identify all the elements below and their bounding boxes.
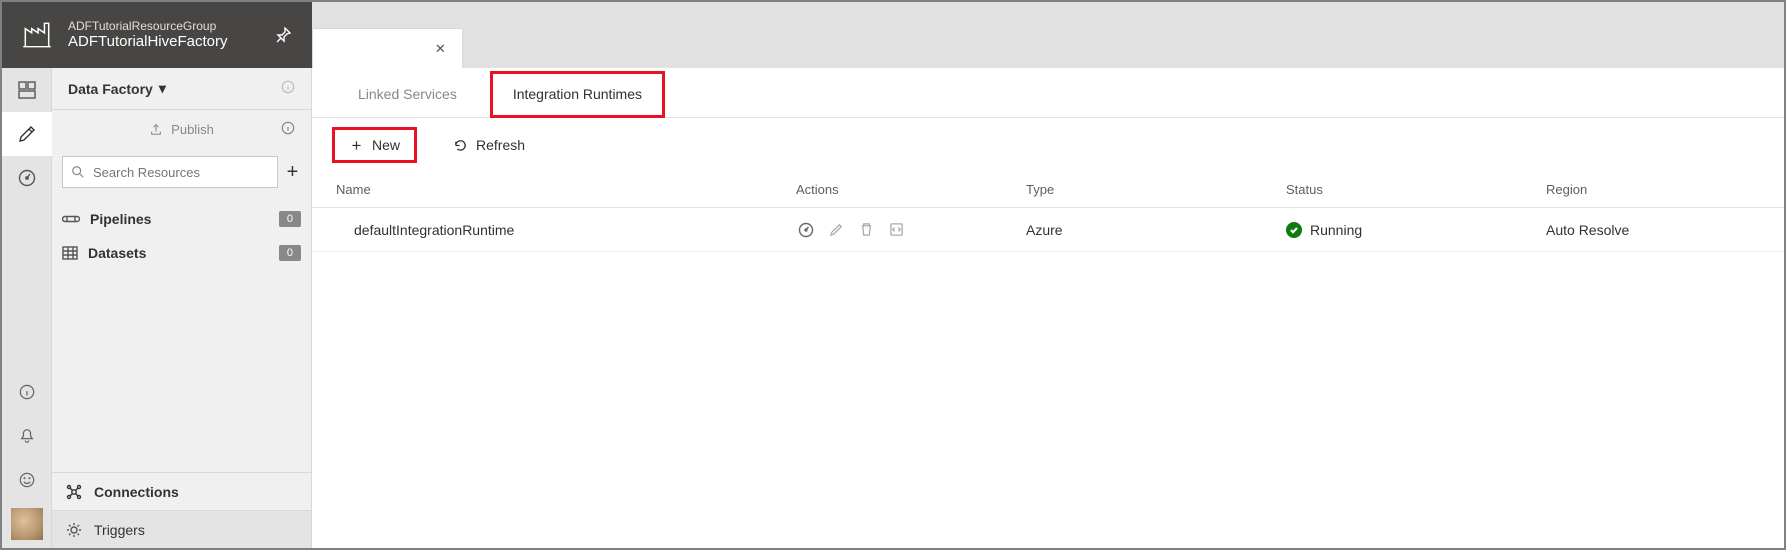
gear-icon (66, 522, 82, 538)
header-titles: ADFTutorialResourceGroup ADFTutorialHive… (68, 19, 227, 51)
table-icon (62, 245, 78, 261)
add-resource-button[interactable]: + (284, 160, 301, 184)
col-region: Region (1546, 182, 1760, 197)
new-label: New (372, 137, 400, 153)
status-ok-icon (1286, 222, 1302, 238)
tree-item-label: Datasets (88, 245, 146, 261)
edit-action[interactable] (826, 220, 846, 240)
new-button[interactable]: + New (332, 127, 417, 163)
nav-connections[interactable]: Connections (52, 472, 311, 510)
subtab-label: Integration Runtimes (513, 86, 642, 102)
connections-icon (327, 42, 341, 56)
smile-icon (19, 472, 35, 488)
gauge-icon (798, 222, 814, 238)
search-input[interactable] (62, 156, 278, 188)
rail-monitor[interactable] (2, 156, 52, 200)
cell-name: defaultIntegrationRuntime (336, 222, 796, 238)
avatar[interactable] (11, 508, 43, 540)
code-icon (889, 222, 904, 237)
pipeline-icon (62, 214, 80, 224)
resource-group-name: ADFTutorialResourceGroup (68, 19, 227, 33)
search-icon (71, 165, 85, 179)
tree-item-label: Pipelines (90, 211, 151, 227)
cell-region: Auto Resolve (1546, 222, 1760, 238)
search-field[interactable] (93, 165, 269, 180)
connections-icon (66, 484, 82, 500)
info-icon[interactable] (281, 121, 295, 138)
plus-icon: + (287, 161, 299, 184)
upload-icon (149, 122, 163, 136)
nav-triggers[interactable]: Triggers (52, 510, 311, 548)
content-area: Linked Services Integration Runtimes + N… (312, 68, 1784, 548)
refresh-button[interactable]: Refresh (439, 130, 539, 160)
sub-tabs: Linked Services Integration Runtimes (312, 68, 1784, 118)
toolbar: + New Refresh (312, 118, 1784, 172)
explorer-panel: Data Factory ▾ Publish + (52, 68, 312, 548)
scope-selector[interactable]: Data Factory ▾ (52, 68, 311, 110)
nav-label: Triggers (94, 522, 145, 538)
close-icon[interactable]: ✕ (435, 41, 446, 57)
rail-info[interactable] (2, 370, 52, 414)
cell-type: Azure (1026, 222, 1286, 238)
col-actions: Actions (796, 182, 1026, 197)
tab-connections[interactable]: Connections ✕ (312, 28, 463, 68)
col-name: Name (336, 182, 796, 197)
count-badge: 0 (279, 211, 301, 227)
bell-icon (19, 428, 35, 444)
factory-name: ADFTutorialHiveFactory (68, 33, 227, 51)
monitor-action[interactable] (796, 220, 816, 240)
table-header: Name Actions Type Status Region (312, 172, 1784, 208)
code-action[interactable] (886, 220, 906, 240)
rail-notifications[interactable] (2, 414, 52, 458)
subtab-linked-services[interactable]: Linked Services (336, 72, 479, 117)
count-badge: 0 (279, 245, 301, 261)
tab-bar: Connections ✕ (312, 2, 1784, 68)
tree-item-pipelines[interactable]: Pipelines 0 (62, 202, 301, 236)
info-icon (19, 384, 35, 400)
pin-icon (275, 27, 291, 43)
cell-actions (796, 220, 1026, 240)
publish-button[interactable]: Publish (52, 110, 311, 148)
top-header: ADFTutorialResourceGroup ADFTutorialHive… (2, 2, 1784, 68)
nav-label: Connections (94, 484, 179, 500)
factory-icon (20, 18, 54, 52)
refresh-icon (453, 138, 468, 153)
publish-label: Publish (171, 122, 214, 137)
scope-label: Data Factory (68, 81, 153, 97)
trash-icon (859, 222, 874, 237)
plus-icon: + (349, 138, 364, 153)
pencil-icon (18, 125, 36, 143)
delete-action[interactable] (856, 220, 876, 240)
col-status: Status (1286, 182, 1546, 197)
resource-tree: Pipelines 0 Datasets 0 (52, 196, 311, 276)
rail-overview[interactable] (2, 68, 52, 112)
info-icon[interactable] (281, 80, 295, 97)
subtab-label: Linked Services (358, 86, 457, 102)
rail-feedback[interactable] (2, 458, 52, 502)
status-text: Running (1310, 222, 1362, 238)
subtab-integration-runtimes[interactable]: Integration Runtimes (491, 72, 664, 117)
bottom-nav: Connections Triggers (52, 472, 311, 548)
tab-label: Connections (349, 41, 427, 57)
pin-button[interactable] (268, 20, 298, 50)
rail-author[interactable] (2, 112, 52, 156)
icon-rail (2, 68, 52, 548)
header-left: ADFTutorialResourceGroup ADFTutorialHive… (2, 2, 312, 68)
runtime-table: Name Actions Type Status Region defaultI… (312, 172, 1784, 252)
pencil-icon (829, 222, 844, 237)
tree-item-datasets[interactable]: Datasets 0 (62, 236, 301, 270)
chevron-down-icon: ▾ (159, 80, 166, 97)
table-row: defaultIntegrationRuntime Azure (312, 208, 1784, 252)
overview-icon (18, 81, 36, 99)
col-type: Type (1026, 182, 1286, 197)
cell-status: Running (1286, 222, 1546, 238)
refresh-label: Refresh (476, 137, 525, 153)
gauge-icon (18, 169, 36, 187)
